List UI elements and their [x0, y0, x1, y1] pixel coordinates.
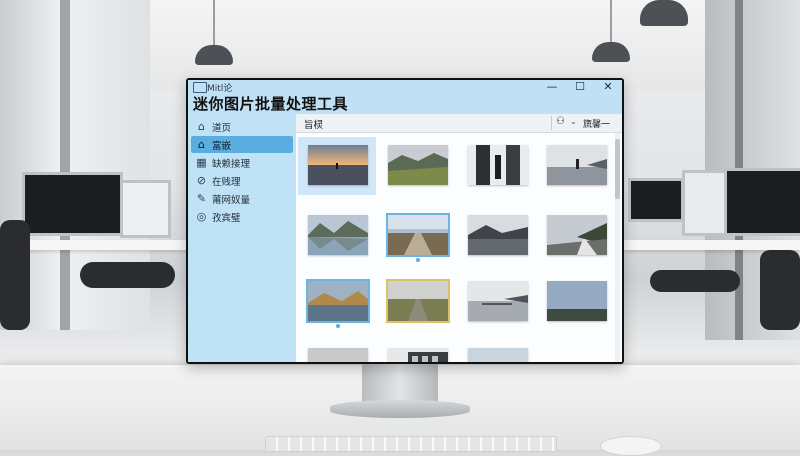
- image-thumbnail: [386, 279, 450, 323]
- background-monitor: [724, 168, 800, 236]
- image-thumbnail: [547, 215, 607, 255]
- image-tile[interactable]: [537, 207, 615, 265]
- grid-icon: ▦: [196, 156, 207, 169]
- sidebar-item-label: 莆网奴量: [212, 195, 251, 206]
- sidebar-item-label: 在贱理: [212, 177, 241, 188]
- mouse: [600, 436, 662, 456]
- breadcrumb: 旨棂: [304, 120, 324, 131]
- sidebar: ⌂ 道页 ⌂ 富嵌 ▦ 缺赖接理 ⊘ 在贱理 ✎ 莆网奴量 ◎ 孜宾璧: [188, 114, 296, 362]
- image-thumbnail: [468, 348, 528, 362]
- main-panel: 旨棂 ⚇ ⌄ 旒馨一: [296, 114, 622, 362]
- link-icon: ⊘: [196, 174, 207, 187]
- app-logo-icon: [193, 82, 207, 93]
- image-tile[interactable]: [378, 137, 456, 195]
- scrollbar[interactable]: [615, 133, 620, 362]
- background-monitor: [628, 178, 684, 222]
- image-tile[interactable]: [458, 137, 536, 195]
- home-filled-icon: ⌂: [198, 138, 205, 151]
- background-monitor: [682, 170, 730, 236]
- image-thumbnail: [547, 281, 607, 321]
- app-title: 迷你图片批量处理工具: [193, 95, 349, 113]
- image-tile[interactable]: [458, 207, 536, 265]
- office-chair: [760, 250, 800, 330]
- image-thumbnail: [306, 279, 370, 323]
- pendant-cord: [213, 0, 215, 45]
- image-tile[interactable]: [458, 340, 536, 362]
- image-tile[interactable]: [378, 207, 456, 265]
- background-monitor: [120, 180, 171, 238]
- image-tile[interactable]: [298, 207, 376, 265]
- image-thumbnail: [308, 348, 368, 362]
- image-tile[interactable]: [537, 273, 615, 331]
- image-thumbnail: [386, 213, 450, 257]
- minimize-button[interactable]: —: [538, 80, 566, 94]
- image-thumbnail: [388, 145, 448, 185]
- image-tile[interactable]: [378, 273, 456, 331]
- sidebar-item-batch[interactable]: ▦ 缺赖接理: [191, 154, 293, 171]
- target-icon: ◎: [196, 210, 207, 223]
- selection-marker: [416, 258, 420, 262]
- sidebar-item-label: 富嵌: [212, 141, 232, 152]
- office-chair: [80, 262, 175, 288]
- pendant-cord: [610, 0, 612, 42]
- maximize-button[interactable]: ☐: [566, 80, 594, 94]
- sidebar-item-edit[interactable]: ✎ 莆网奴量: [191, 190, 293, 207]
- pendant-lamp: [640, 0, 688, 26]
- office-chair: [650, 270, 740, 292]
- background-desk: [624, 240, 800, 250]
- monitor: Mitl论 迷你图片批量处理工具 — ☐ ✕ ⌂ 道页 ⌂ 富嵌 ▦ 缺赖接理 …: [186, 78, 624, 364]
- monitor-stand: [362, 360, 438, 405]
- image-tile[interactable]: [298, 340, 376, 362]
- office-chair: [0, 220, 30, 330]
- sidebar-item-settings[interactable]: ◎ 孜宾璧: [191, 208, 293, 225]
- app-window: Mitl论 迷你图片批量处理工具 — ☐ ✕ ⌂ 道页 ⌂ 富嵌 ▦ 缺赖接理 …: [188, 80, 622, 362]
- toolbar-divider: [551, 116, 552, 130]
- image-thumbnail: [308, 215, 368, 255]
- image-tile[interactable]: [458, 273, 536, 331]
- view-menu[interactable]: 旒馨一: [583, 117, 610, 130]
- sidebar-item-gallery[interactable]: ⌂ 富嵌: [191, 136, 293, 153]
- image-thumbnail: [468, 215, 528, 255]
- sidebar-item-home[interactable]: ⌂ 道页: [191, 118, 293, 135]
- image-thumbnail: [468, 281, 528, 321]
- monitor-stand-base: [330, 400, 470, 418]
- sidebar-item-label: 孜宾璧: [212, 213, 241, 224]
- home-outline-icon: ⌂: [198, 120, 205, 133]
- image-thumbnail: [308, 145, 368, 185]
- image-tile[interactable]: [537, 137, 615, 195]
- image-thumbnail: [547, 145, 607, 185]
- title-bar: Mitl论 迷你图片批量处理工具 — ☐ ✕: [188, 80, 622, 114]
- chevron-down-icon[interactable]: ⌄: [570, 117, 577, 126]
- toolbar: 旨棂 ⚇ ⌄ 旒馨一: [296, 114, 622, 133]
- sidebar-item-label: 缺赖接理: [212, 159, 251, 170]
- scrollbar-thumb[interactable]: [615, 139, 620, 199]
- image-thumbnail: [468, 145, 528, 185]
- image-tile[interactable]: [378, 340, 456, 362]
- user-icon[interactable]: ⚇: [556, 116, 565, 127]
- sidebar-item-label: 道页: [212, 123, 232, 134]
- image-thumbnail: [388, 348, 448, 362]
- selection-marker: [336, 324, 340, 328]
- pen-icon: ✎: [196, 192, 207, 205]
- image-tile[interactable]: [298, 137, 376, 195]
- image-tile[interactable]: [298, 273, 376, 331]
- close-button[interactable]: ✕: [594, 80, 622, 94]
- image-grid: [296, 133, 622, 362]
- background-monitor: [22, 172, 123, 236]
- sidebar-item-process[interactable]: ⊘ 在贱理: [191, 172, 293, 189]
